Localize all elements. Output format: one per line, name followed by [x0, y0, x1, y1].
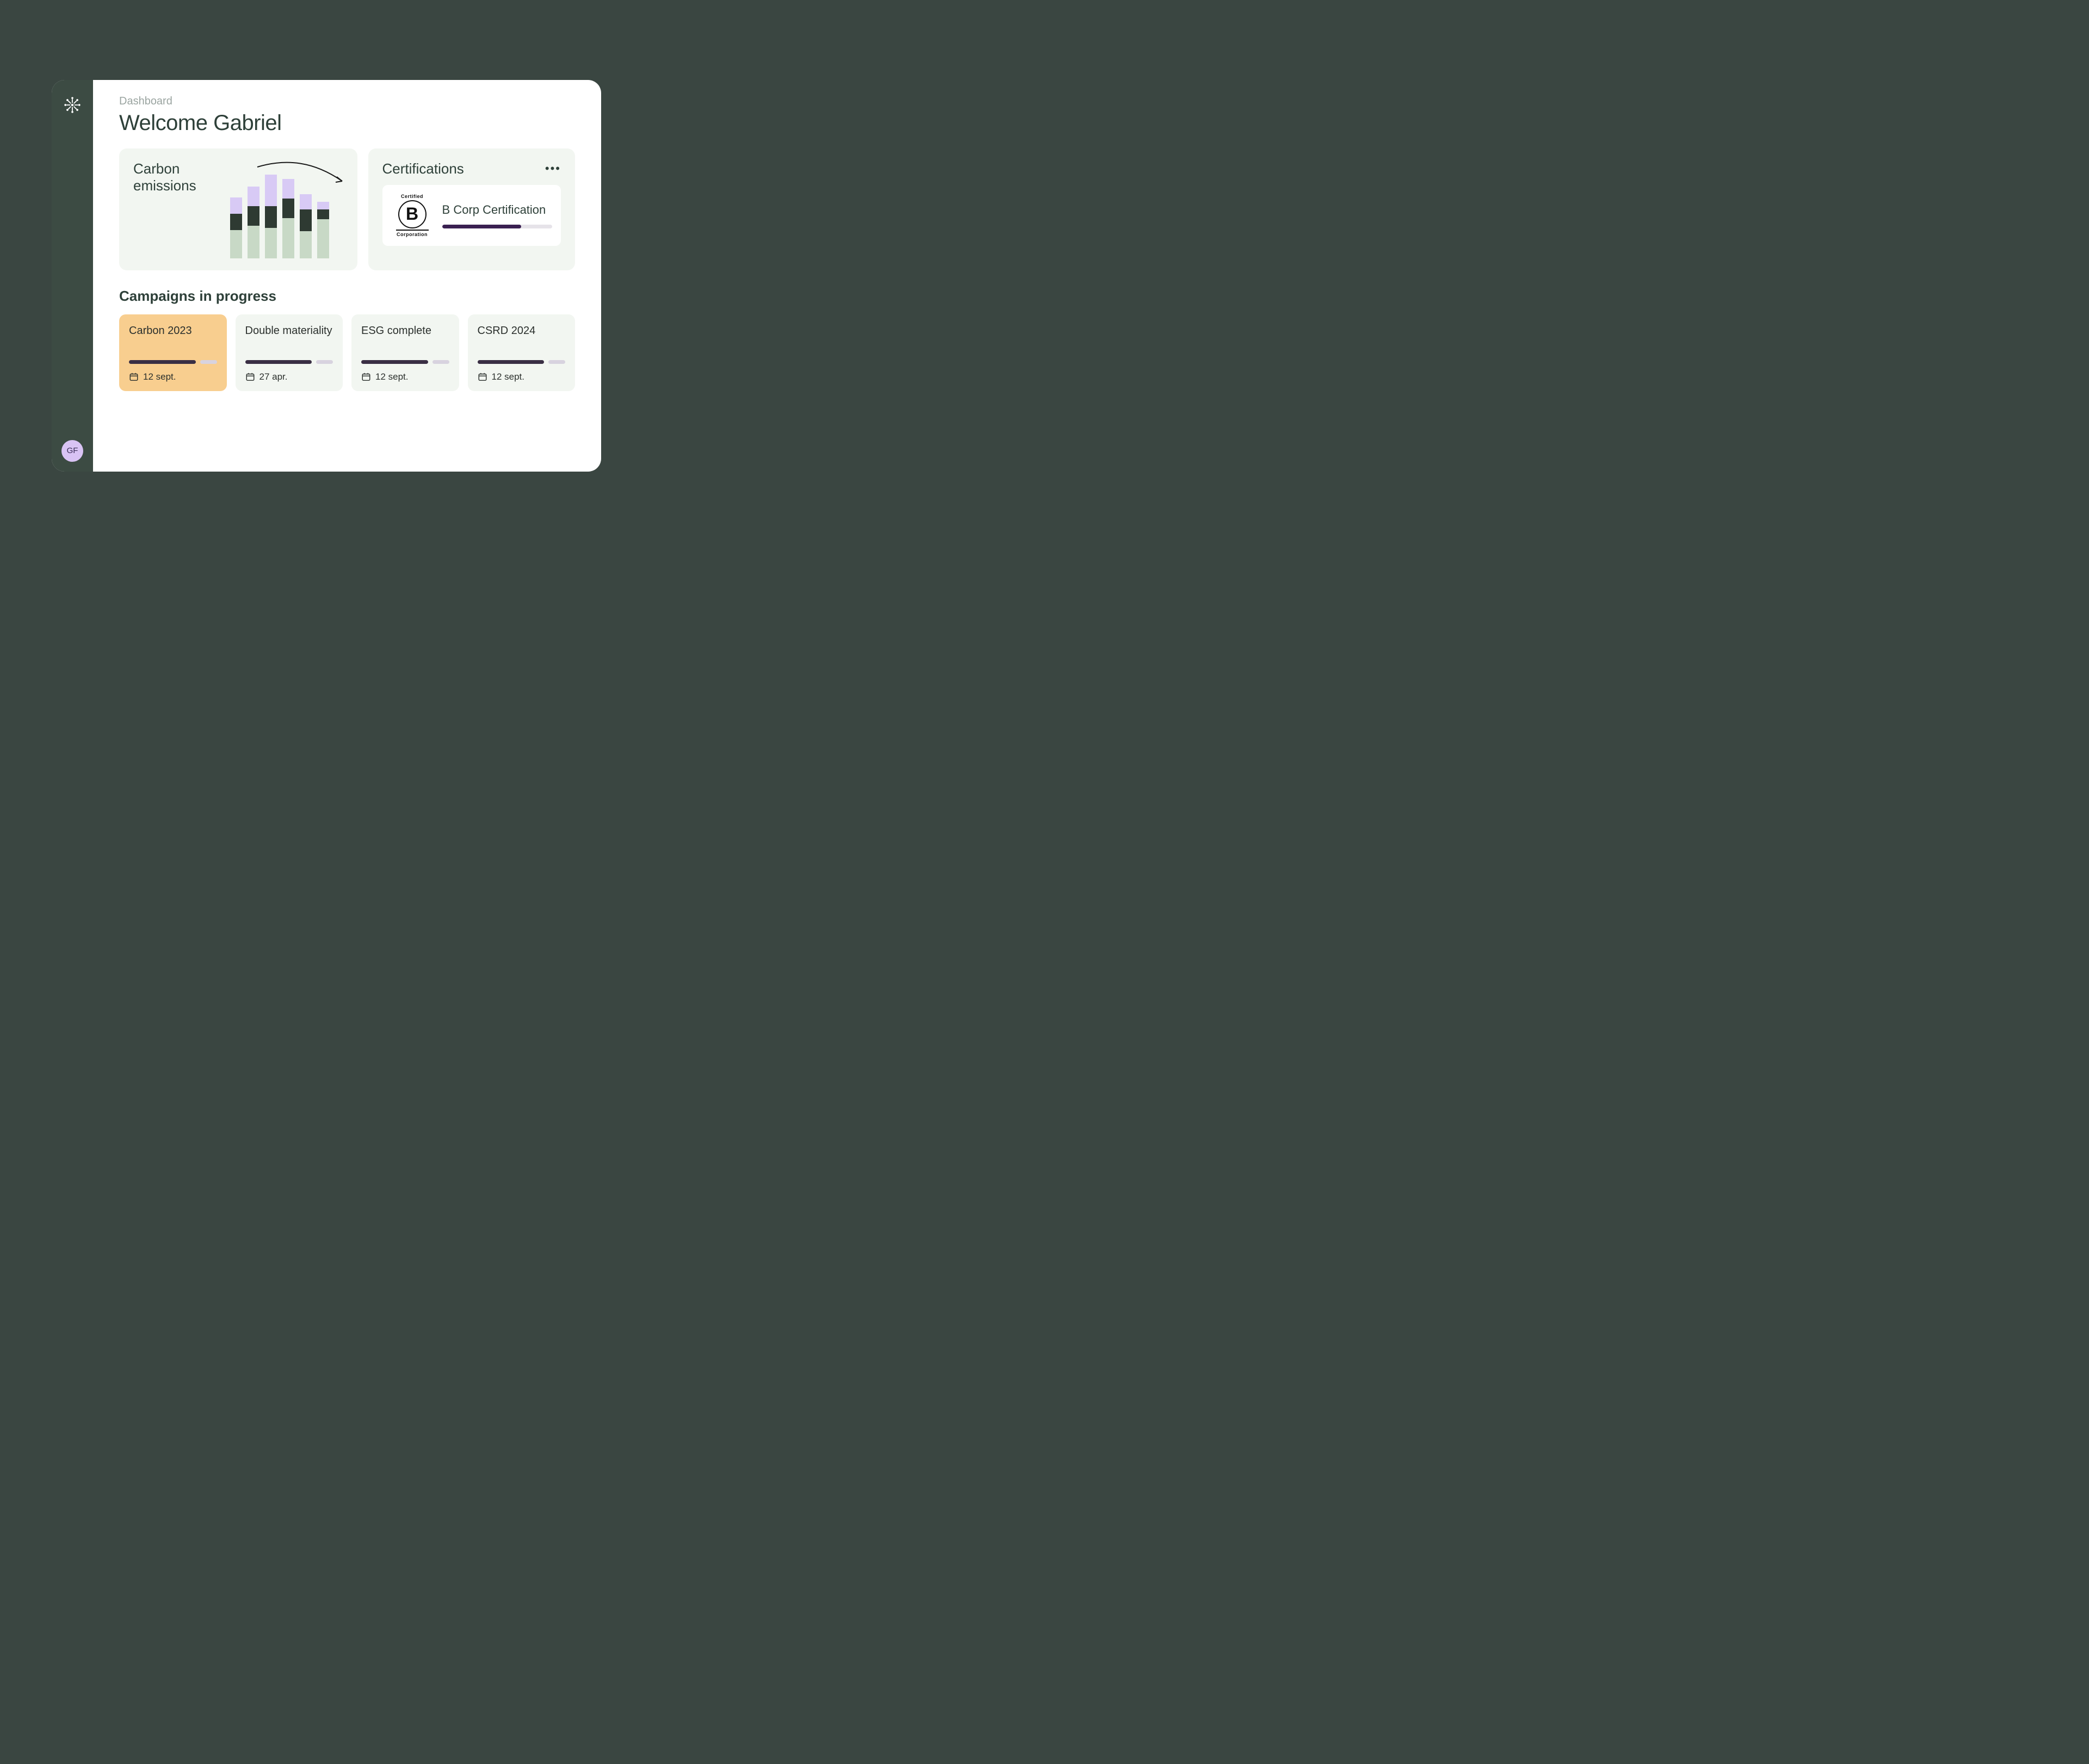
certifications-title: Certifications: [382, 160, 464, 177]
campaign-title: Carbon 2023: [129, 324, 217, 351]
calendar-icon: [245, 372, 255, 382]
calendar-icon: [129, 372, 139, 382]
more-icon[interactable]: •••: [545, 162, 561, 176]
certifications-card[interactable]: Certifications ••• Certified B Corporati…: [368, 148, 575, 270]
emissions-card[interactable]: Carbon emissions: [119, 148, 357, 270]
certification-progress: [442, 225, 552, 228]
campaign-date: 12 sept.: [478, 372, 566, 382]
chart-bar: [248, 187, 259, 258]
page-title: Welcome Gabriel: [119, 111, 575, 135]
certification-name: B Corp Certification: [442, 202, 552, 218]
sidebar: GF: [52, 80, 93, 472]
app-window: GF Dashboard Welcome Gabriel Carbon emis…: [52, 80, 601, 472]
emissions-title: Carbon emissions: [133, 160, 220, 258]
chart-bar: [282, 179, 294, 258]
certification-item[interactable]: Certified B Corporation B Corp Certifica…: [382, 185, 561, 246]
calendar-icon: [361, 372, 371, 382]
breadcrumb: Dashboard: [119, 95, 575, 108]
campaigns-section-title: Campaigns in progress: [119, 288, 575, 305]
chart-bar: [317, 202, 329, 258]
calendar-icon: [478, 372, 487, 382]
campaign-progress: [245, 360, 333, 364]
campaign-title: CSRD 2024: [478, 324, 566, 351]
main-content: Dashboard Welcome Gabriel Carbon emissio…: [93, 80, 601, 472]
chart-bar: [300, 194, 312, 258]
logo-icon[interactable]: [60, 93, 84, 120]
campaign-title: Double materiality: [245, 324, 333, 351]
campaign-progress: [129, 360, 217, 364]
chart-bar: [230, 197, 242, 258]
avatar[interactable]: GF: [61, 440, 83, 462]
campaigns-grid: Carbon 2023 12 sept. Double materiality: [119, 314, 575, 391]
campaign-card[interactable]: Carbon 2023 12 sept.: [119, 314, 227, 391]
trend-arrow-icon: [254, 157, 352, 187]
campaign-date: 12 sept.: [129, 372, 217, 382]
bcorp-logo-icon: Certified B Corporation: [391, 194, 434, 238]
campaign-date: 27 apr.: [245, 372, 333, 382]
campaign-card[interactable]: ESG complete 12 sept.: [351, 314, 459, 391]
avatar-initials: GF: [67, 446, 78, 455]
campaign-card[interactable]: CSRD 2024 12 sept.: [468, 314, 576, 391]
campaign-progress: [361, 360, 449, 364]
campaign-date: 12 sept.: [361, 372, 449, 382]
campaign-card[interactable]: Double materiality 27 apr.: [236, 314, 343, 391]
chart-bar: [265, 175, 277, 258]
campaign-progress: [478, 360, 566, 364]
emissions-chart: [230, 160, 343, 258]
campaign-title: ESG complete: [361, 324, 449, 351]
